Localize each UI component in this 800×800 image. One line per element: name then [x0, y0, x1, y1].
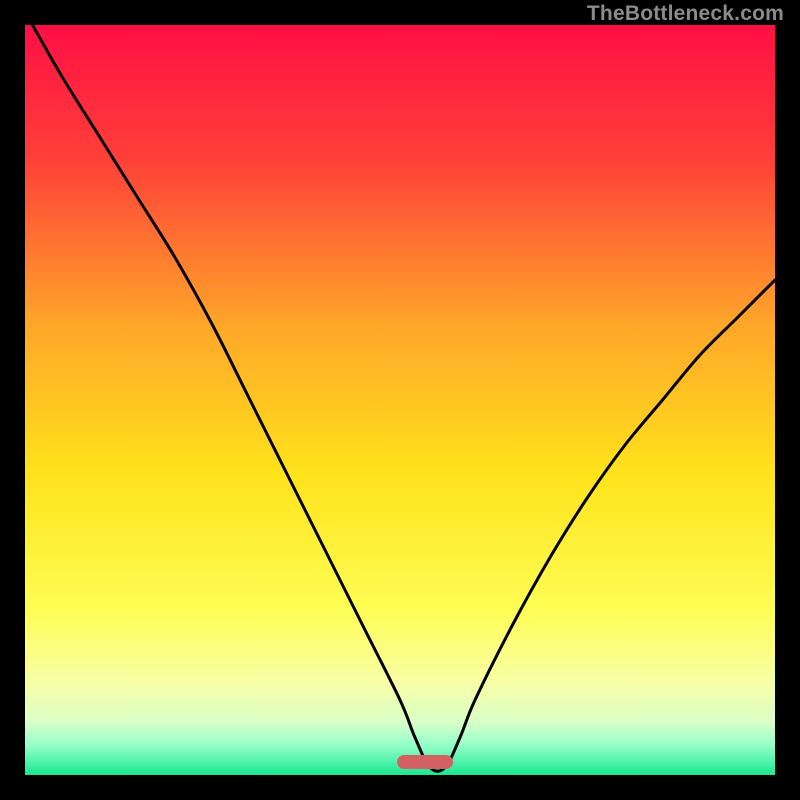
- watermark-text: TheBottleneck.com: [587, 2, 784, 26]
- background-gradient: [25, 25, 775, 775]
- chart-frame: TheBottleneck.com: [0, 0, 800, 800]
- optimum-marker: [397, 755, 453, 769]
- plot-area: [25, 25, 775, 775]
